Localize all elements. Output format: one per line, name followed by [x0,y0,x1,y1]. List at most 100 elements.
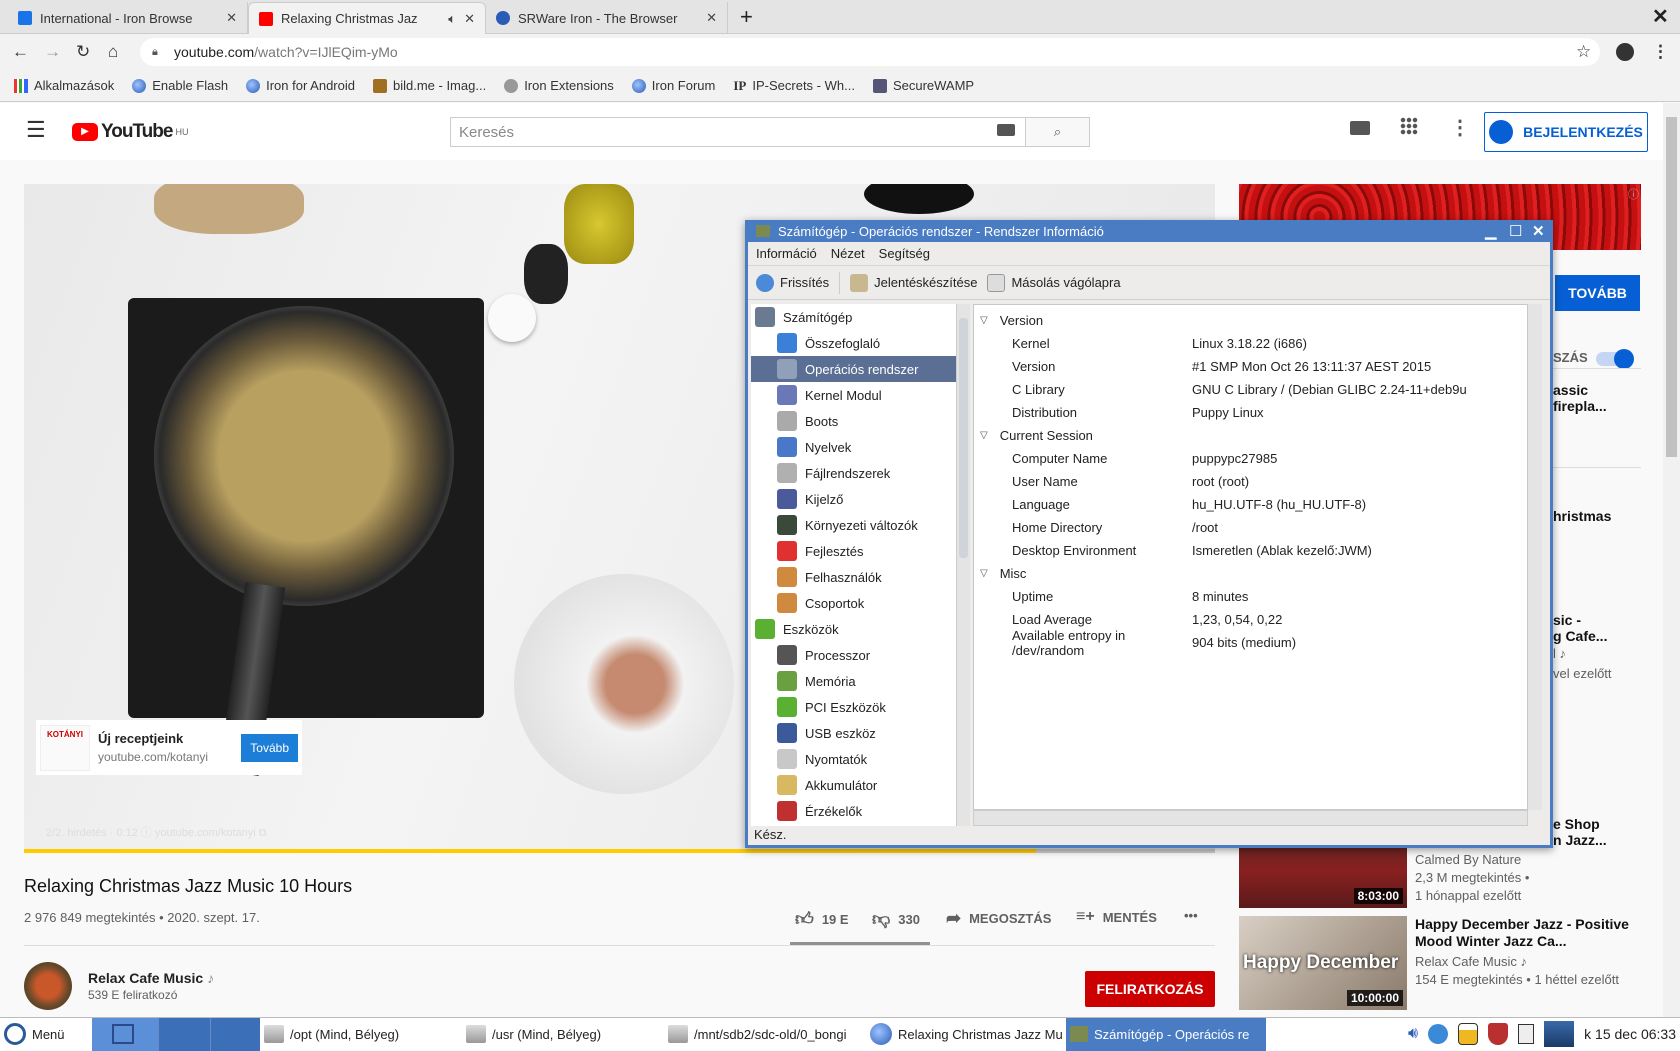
close-tab-icon[interactable]: ✕ [226,10,237,26]
info-vertical-scrollbar[interactable] [1528,304,1542,810]
autoplay-toggle[interactable] [1596,349,1634,369]
tree-item[interactable]: Fejlesztés [751,538,956,564]
clipboard-icon[interactable] [1518,1024,1535,1044]
sidebar-video-title[interactable]: sic - [1553,612,1581,628]
volume-icon[interactable]: 🔊︎ [1408,1025,1418,1043]
close-window-button[interactable]: ✕ [1652,4,1669,29]
info-row[interactable]: Available entropy in /dev/random 904 bits… [974,628,1527,658]
home-icon[interactable]: ⌂ [108,42,118,62]
tree-item[interactable]: USB eszköz [751,720,956,746]
tree-item[interactable]: Kijelző [751,486,956,512]
task-browser[interactable]: Relaxing Christmas Jazz Mu [866,1018,1066,1051]
tree-item[interactable]: Nyelvek [751,434,956,460]
menu-view[interactable]: Nézet [831,246,865,261]
info-row[interactable]: Computer Name puppypc27985 [974,447,1527,470]
more-actions-button[interactable]: ••• [1184,908,1198,923]
star-icon[interactable]: ☆ [1576,42,1591,62]
reload-icon[interactable]: ↻ [76,42,90,62]
expander-icon[interactable]: ▽ [980,430,988,441]
info-row[interactable]: Version #1 SMP Mon Oct 26 13:11:37 AEST 2… [974,355,1527,378]
bookmark-item[interactable]: Iron Forum [631,78,715,93]
tree-item[interactable]: PCI Eszközök [751,694,956,720]
info-row[interactable]: Home Directory/root [974,516,1527,539]
task-mnt[interactable]: /mnt/sdb2/sdc-old/0_bongi [664,1018,866,1051]
tree-item[interactable]: Processzor [751,642,956,668]
tab-international[interactable]: International - Iron Browse ✕ [8,2,248,34]
tree-item[interactable]: Felhasználók [751,564,956,590]
bookmark-item[interactable]: bild.me - Imag... [372,78,486,93]
bookmark-item[interactable]: IP IP-Secrets - Wh... [733,78,855,94]
tree-item[interactable]: Memória [751,668,956,694]
section-header[interactable]: ▽ Current Session [974,424,1527,447]
report-button[interactable]: Jelentéskészítése [850,273,977,292]
close-tab-icon[interactable]: ✕ [464,11,475,27]
like-button[interactable]: 👍︎ 19 E [795,908,849,930]
tree-item[interactable]: Érzékelők [751,798,956,824]
search-input[interactable]: Keresés [450,117,1026,147]
storage-icon[interactable] [1458,1023,1479,1045]
dislike-button[interactable]: 👎︎ 330 [872,908,920,930]
tree-scrollbar[interactable] [956,304,970,826]
info-horizontal-scrollbar[interactable] [973,810,1528,826]
forward-icon[interactable]: → [44,42,61,62]
video-progress-bar[interactable] [24,849,1215,853]
sidebar-video-title[interactable]: assic [1553,382,1588,398]
ad-more-button[interactable]: Tovább [241,733,298,762]
new-tab-button[interactable]: + [740,4,753,30]
ad-info-icon[interactable]: ⓘ [1628,186,1639,202]
save-button[interactable]: ≡+ MENTÉS [1076,908,1157,926]
sidebar-thumbnail[interactable]: Happy December 10:00:00 [1239,916,1407,1010]
youtube-logo[interactable]: ▶ YouTube HU [72,121,188,143]
tree-item[interactable]: Környezeti változók [751,512,956,538]
task-sysinfo[interactable]: Számítógép - Operációs re [1066,1017,1266,1051]
info-row[interactable]: Distribution Puppy Linux [974,401,1527,424]
ad-card[interactable]: KOTÁNYI Új receptjeink youtube.com/kotan… [36,720,302,775]
info-row[interactable]: User Name root (root) [974,470,1527,493]
info-row[interactable]: Language hu_HU.UTF-8 (hu_HU.UTF-8) [974,493,1527,516]
maximize-button[interactable]: ☐ [1509,222,1522,240]
tree-item[interactable]: Kernel Modul [751,382,956,408]
sign-in-button[interactable]: BEJELENTKEZÉS [1484,112,1648,152]
close-button[interactable]: ✕ [1532,222,1545,240]
task-usr[interactable]: /usr (Mind, Bélyeg) [462,1018,664,1051]
task-opt[interactable]: /opt (Mind, Bélyeg) [260,1018,462,1051]
minimize-button[interactable]: ▁ [1485,222,1497,240]
sidebar-video-title[interactable]: n Jazz... [1553,832,1607,848]
network-icon[interactable] [1428,1024,1449,1044]
bookmark-apps[interactable]: Alkalmazások [14,78,114,93]
bookmark-item[interactable]: Iron for Android [246,78,355,93]
share-button[interactable]: ➦ MEGOSZTÁS [946,908,1051,929]
tree-item[interactable]: Csoportok [751,590,956,616]
menu-dots-icon[interactable]: ⋮ [1652,42,1669,62]
sidebar-ad-more-button[interactable]: TOVÁBB [1555,275,1640,311]
tree-item[interactable]: Boots [751,408,956,434]
menu-information[interactable]: Információ [756,246,817,261]
menu-help[interactable]: Segítség [879,246,930,261]
expander-icon[interactable]: ▽ [980,315,988,326]
info-row[interactable]: Uptime 8 minutes [974,585,1527,608]
workspace-1[interactable] [92,1017,158,1051]
copy-button[interactable]: Másolás vágólapra [987,273,1121,292]
create-video-icon[interactable] [1350,121,1370,135]
search-button[interactable]: ⌕ [1025,117,1090,147]
section-header[interactable]: ▽ Version [974,309,1527,332]
tree-item[interactable]: Nyomtatók [751,746,956,772]
clock[interactable]: k 15 dec 06:33 [1584,1026,1676,1042]
url-input[interactable]: 🔒︎ youtube.com/watch?v=IJlEQim-yMo [140,38,1600,66]
settings-dots-icon[interactable]: ⋮ [1450,115,1470,140]
bookmark-item[interactable]: SecureWAMP [872,78,974,93]
tree-item[interactable]: Összefoglaló [751,330,956,356]
tree-item[interactable]: Akkumulátor [751,772,956,798]
sidebar-video-title[interactable]: g Cafe... [1553,628,1607,644]
refresh-button[interactable]: Frissítés [756,273,829,292]
tree-item[interactable]: Fájlrendszerek [751,460,956,486]
workspace-2[interactable] [158,1017,210,1051]
channel-avatar[interactable] [24,962,72,1010]
workspace-3[interactable] [210,1017,260,1051]
info-row[interactable]: C Library GNU C Library / (Debian GLIBC 2… [974,378,1527,401]
window-titlebar[interactable]: Számítógép - Operációs rendszer - Rendsz… [748,220,1550,242]
sidebar-video-title[interactable]: firepla... [1553,398,1607,414]
sidebar-video-title[interactable]: Happy December Jazz - Positive Mood Wint… [1415,916,1635,950]
sidebar-video-title[interactable]: hristmas [1553,508,1611,524]
section-header[interactable]: ▽ Misc [974,562,1527,585]
